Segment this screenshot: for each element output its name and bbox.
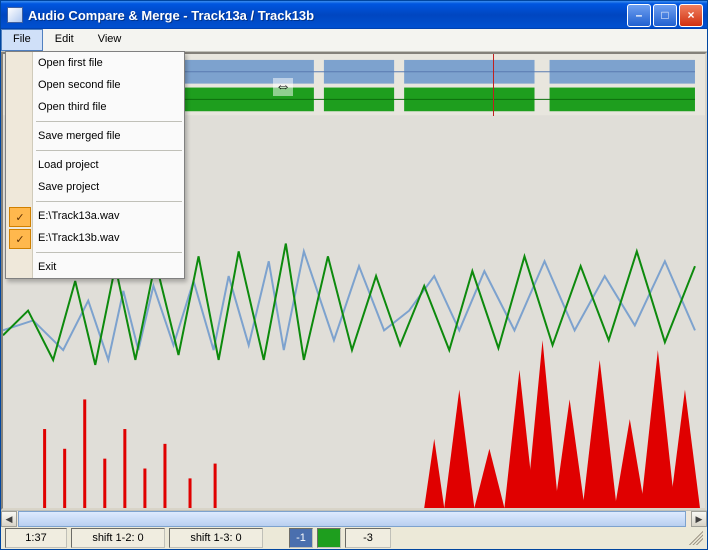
horizontal-scrollbar[interactable]: ◀ ▶	[1, 510, 707, 527]
menu-open-third[interactable]: Open third file	[6, 96, 184, 118]
menu-open-second[interactable]: Open second file	[6, 74, 184, 96]
minimize-button[interactable]: –	[627, 4, 651, 27]
menu-open-first[interactable]: Open first file	[6, 52, 184, 74]
status-neg3: -3	[345, 528, 391, 548]
status-time: 1:37	[5, 528, 67, 548]
app-icon	[7, 7, 23, 23]
scroll-left-button[interactable]: ◀	[1, 511, 17, 527]
check-icon: ✓	[9, 229, 31, 249]
playhead-marker[interactable]	[493, 54, 494, 116]
scroll-right-button[interactable]: ▶	[691, 511, 707, 527]
close-button[interactable]: ×	[679, 4, 703, 27]
scrollbar-thumb[interactable]	[18, 511, 686, 527]
window-title: Audio Compare & Merge - Track13a / Track…	[28, 8, 627, 23]
titlebar: Audio Compare & Merge - Track13a / Track…	[1, 1, 707, 29]
menubar: File Edit View	[1, 29, 707, 52]
maximize-button[interactable]: □	[653, 4, 677, 27]
menu-view[interactable]: View	[86, 29, 134, 51]
menu-save-project[interactable]: Save project	[6, 176, 184, 198]
track2-swatch[interactable]	[317, 528, 341, 548]
menu-save-merged[interactable]: Save merged file	[6, 125, 184, 147]
status-shift-1-3: shift 1-3: 0	[169, 528, 263, 548]
menu-edit[interactable]: Edit	[43, 29, 86, 51]
status-shift-1-2: shift 1-2: 0	[71, 528, 165, 548]
menu-file[interactable]: File	[1, 29, 43, 51]
resize-grip-icon[interactable]	[689, 531, 703, 545]
menu-load-project[interactable]: Load project	[6, 154, 184, 176]
shift-handle-icon[interactable]: ⇔	[273, 78, 293, 96]
menu-recent-2[interactable]: ✓ E:\Track13b.wav	[6, 227, 184, 249]
check-icon: ✓	[9, 207, 31, 227]
track1-swatch[interactable]: -1	[289, 528, 313, 548]
menu-exit[interactable]: Exit	[6, 256, 184, 278]
file-menu-dropdown: Open first file Open second file Open th…	[5, 51, 185, 279]
menu-recent-1[interactable]: ✓ E:\Track13a.wav	[6, 205, 184, 227]
statusbar: 1:37 shift 1-2: 0 shift 1-3: 0 -1 -3	[1, 527, 707, 549]
